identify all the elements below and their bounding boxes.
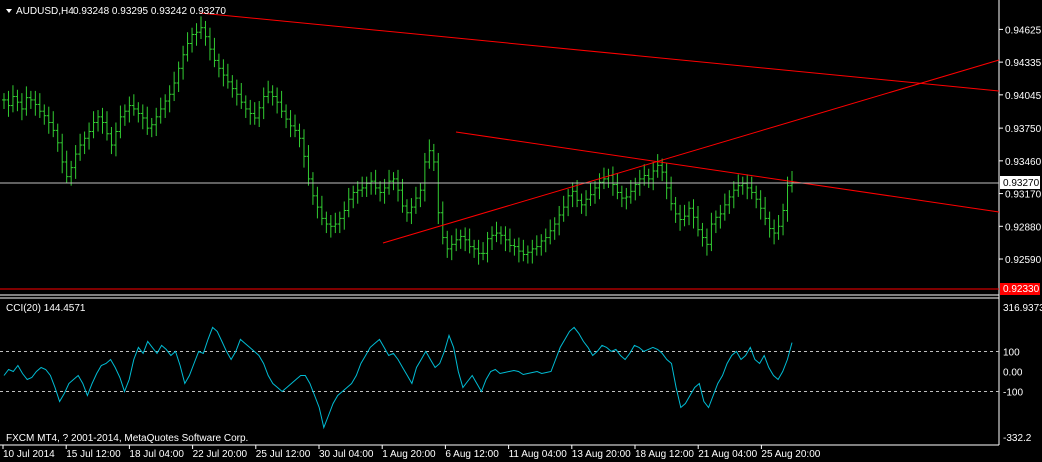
time-tick-label: 25 Jul 12:00 [256,449,311,460]
chart-background [0,0,1042,462]
chart-window[interactable]: 0.94625 0.94335 0.94045 0.93750 0.93460 0.931… [0,0,1042,462]
current-price-tag: 0.93270 [1000,176,1040,189]
time-tick-label: 22 Jul 20:00 [193,449,248,460]
cci-tick-label: 100 [1003,347,1020,358]
time-tick-label: 11 Aug 04:00 [509,449,568,460]
cci-tick-label: 0.00 [1003,367,1023,378]
copyright-text: FXCM MT4, ? 2001-2014, MetaQuotes Softwa… [6,433,248,444]
bottom-level-tag: 0.92330 [1000,283,1040,295]
time-tick-label: 25 Aug 20:00 [761,449,820,460]
time-tick-label: 6 Aug 12:00 [445,449,499,460]
ohlc-values: 0.93248 0.93295 0.93242 0.93270 [73,6,226,17]
price-tick-label: 0.94045 [1005,91,1042,102]
time-tick-label: 1 Aug 20:00 [382,449,436,460]
price-tick-label: 0.94625 [1005,25,1042,36]
time-tick-label: 21 Aug 04:00 [698,449,757,460]
bottom-level-label: 0.92330 [1003,284,1040,295]
cci-tick-label: -332.2 [1003,433,1032,444]
price-tick-label: 0.92590 [1005,255,1042,266]
time-tick-label: 30 Jul 04:00 [319,449,374,460]
price-tick-label: 0.94335 [1005,58,1042,69]
time-tick-label: 18 Jul 04:00 [129,449,184,460]
cci-tick-label: 316.9373 [1003,303,1042,314]
time-tick-label: 18 Aug 12:00 [635,449,694,460]
price-tick-label: 0.93460 [1005,157,1042,168]
time-tick-label: 15 Jul 12:00 [66,449,121,460]
time-tick-label: 10 Jul 2014 [3,449,55,460]
price-tick-label: 0.93750 [1005,124,1042,135]
cci-tick-label: -100 [1003,387,1023,398]
price-tick-label: 0.92880 [1005,222,1042,233]
price-tick-label: 0.93170 [1005,190,1042,201]
current-price-label: 0.93270 [1003,178,1040,189]
indicator-title: CCI(20) 144.4571 [6,303,86,314]
chart-symbol-title: AUDUSD,H4 [16,6,74,17]
time-tick-label: 13 Aug 20:00 [572,449,631,460]
chart-header[interactable]: AUDUSD,H4 0.93248 0.93295 0.93242 0.9327… [6,6,226,17]
